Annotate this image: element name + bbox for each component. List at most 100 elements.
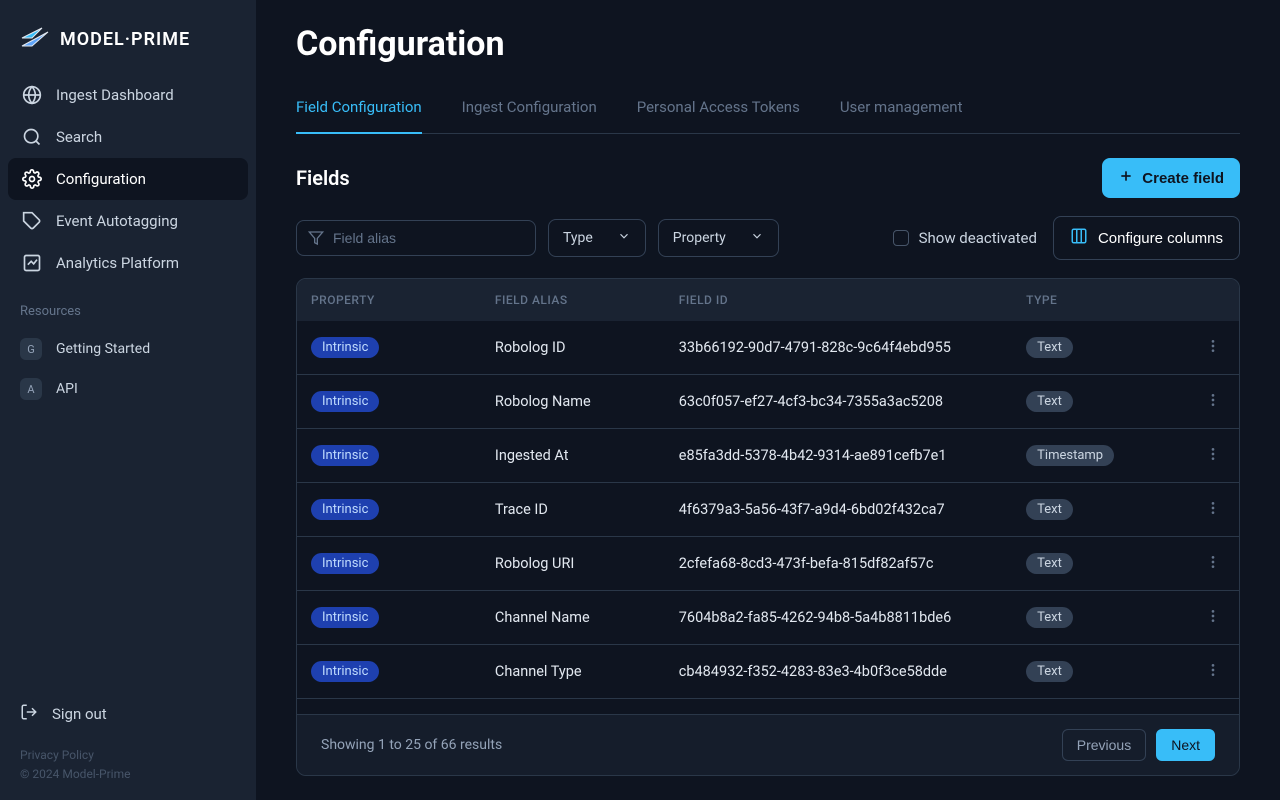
search-icon	[22, 127, 42, 147]
chevron-down-icon	[617, 229, 631, 247]
next-button[interactable]: Next	[1156, 729, 1215, 761]
brand-name: MODEL·PRIME	[60, 29, 190, 50]
columns-icon	[1070, 227, 1088, 249]
table-row[interactable]: Intrinsic Robolog ID33b66192-90d7-4791-82…	[297, 321, 1239, 375]
row-actions-button[interactable]	[1201, 445, 1225, 470]
fields-table: PROPERTY FIELD ALIAS FIELD ID TYPE Intri…	[296, 278, 1240, 776]
configure-columns-label: Configure columns	[1098, 230, 1223, 247]
globe-icon	[22, 85, 42, 105]
type-pill: Text	[1026, 553, 1073, 574]
row-actions-button[interactable]	[1201, 499, 1225, 524]
property-pill: Intrinsic	[311, 337, 379, 358]
sidebar: MODEL·PRIME Ingest Dashboard Search Config…	[0, 0, 256, 800]
table-row[interactable]: IntrinsicRobolog Name63c0f057-ef27-4cf3-…	[297, 375, 1239, 429]
field-alias-input[interactable]	[296, 220, 536, 256]
create-field-label: Create field	[1142, 170, 1224, 187]
main-nav: Ingest Dashboard Search Configuration Event…	[0, 74, 256, 284]
plus-icon	[1118, 168, 1134, 188]
chevron-down-icon	[750, 229, 764, 247]
property-pill: Intrinsic	[311, 553, 379, 574]
footer-links: Privacy Policy © 2024 Model-Prime	[0, 736, 256, 784]
filter-icon	[308, 230, 324, 246]
cell-id: 4f6379a3-5a56-43f7-a9d4-6bd02f432ca7	[665, 483, 1012, 537]
row-actions-button[interactable]	[1201, 337, 1225, 362]
table-row[interactable]: IntrinsicMessage Count5345ab77-5410-4132…	[297, 699, 1239, 715]
type-pill: Text	[1026, 337, 1073, 358]
gear-icon	[22, 169, 42, 189]
type-dropdown-label: Type	[563, 230, 593, 246]
cell-alias: Robolog ID	[481, 321, 665, 375]
property-pill: Intrinsic	[311, 499, 379, 520]
col-header-id[interactable]: FIELD ID	[665, 279, 1012, 321]
sign-out-label: Sign out	[52, 705, 107, 723]
cell-id: 2cfefa68-8cd3-473f-befa-815df82af57c	[665, 537, 1012, 591]
copyright-text: © 2024 Model-Prime	[20, 765, 236, 784]
type-dropdown[interactable]: Type	[548, 219, 646, 257]
filters-row: Type Property Show deactivated Configure…	[296, 216, 1240, 260]
row-actions-button[interactable]	[1201, 607, 1225, 632]
sign-out-icon	[20, 703, 38, 725]
type-pill: Text	[1026, 661, 1073, 682]
create-field-button[interactable]: Create field	[1102, 158, 1240, 198]
resource-item-api[interactable]: AAPI	[0, 369, 256, 409]
cell-id: 7604b8a2-fa85-4262-94b8-5a4b8811bde6	[665, 591, 1012, 645]
resources-label: Resources	[0, 284, 256, 329]
configure-columns-button[interactable]: Configure columns	[1053, 216, 1240, 260]
col-header-type[interactable]: TYPE	[1012, 279, 1186, 321]
brand-mark-icon	[20, 24, 50, 54]
nav-item-search[interactable]: Search	[8, 116, 248, 158]
privacy-link[interactable]: Privacy Policy	[20, 746, 236, 765]
type-pill: Text	[1026, 499, 1073, 520]
cell-id: 63c0f057-ef27-4cf3-bc34-7355a3ac5208	[665, 375, 1012, 429]
tab-personal-access-tokens[interactable]: Personal Access Tokens	[637, 88, 800, 134]
page-title: Configuration	[296, 24, 1240, 64]
table-row[interactable]: IntrinsicIngested Ate85fa3dd-5378-4b42-9…	[297, 429, 1239, 483]
property-dropdown[interactable]: Property	[658, 219, 779, 257]
table-row[interactable]: Intrinsic Channel Typecb484932-f352-4283-…	[297, 645, 1239, 699]
pagination: Previous Next	[1062, 729, 1215, 761]
table-row[interactable]: Intrinsic Robolog URI2cfefa68-8cd3-473f-b…	[297, 537, 1239, 591]
table-row[interactable]: IntrinsicChannel Name7604b8a2-fa85-4262-…	[297, 591, 1239, 645]
checkbox-icon	[893, 230, 909, 246]
nav-item-label: Search	[56, 128, 102, 146]
show-deactivated-toggle[interactable]: Show deactivated	[893, 229, 1037, 247]
tab-field-configuration[interactable]: Field Configuration	[296, 88, 422, 134]
nav-item-label: Event Autotagging	[56, 212, 178, 230]
resource-badge: A	[20, 378, 42, 400]
nav-item-configuration[interactable]: Configuration	[8, 158, 248, 200]
cell-alias: Robolog URI	[481, 537, 665, 591]
tag-icon	[22, 211, 42, 231]
property-pill: Intrinsic	[311, 445, 379, 466]
row-actions-button[interactable]	[1201, 553, 1225, 578]
resource-badge: G	[20, 338, 42, 360]
results-text: Showing 1 to 25 of 66 results	[321, 737, 502, 753]
cell-id: cb484932-f352-4283-83e3-4b0f3ce58dde	[665, 645, 1012, 699]
cell-id: 5345ab77-5410-4132-9d7f-d3e889dcce4a	[665, 699, 1012, 715]
row-actions-button[interactable]	[1201, 391, 1225, 416]
table-row[interactable]: IntrinsicTrace ID4f6379a3-5a56-43f7-a9d4…	[297, 483, 1239, 537]
nav-item-label: Configuration	[56, 170, 146, 188]
nav-item-analytics-platform[interactable]: Analytics Platform	[8, 242, 248, 284]
cell-alias: Message Count	[481, 699, 665, 715]
nav-item-label: Analytics Platform	[56, 254, 179, 272]
nav-item-event-autotagging[interactable]: Event Autotagging	[8, 200, 248, 242]
resource-label: Getting Started	[56, 341, 150, 357]
col-header-property[interactable]: PROPERTY	[297, 279, 481, 321]
resource-item-getting-started[interactable]: G Getting Started	[0, 329, 256, 369]
sign-out-button[interactable]: Sign out	[0, 692, 256, 736]
cell-alias: Channel Type	[481, 645, 665, 699]
section-title: Fields	[296, 166, 350, 190]
type-pill: Text	[1026, 391, 1073, 412]
property-pill: Intrinsic	[311, 607, 379, 628]
row-actions-button[interactable]	[1201, 661, 1225, 686]
nav-item-ingest-dashboard[interactable]: Ingest Dashboard	[8, 74, 248, 116]
tab-user-management[interactable]: User management	[840, 88, 963, 134]
col-header-alias[interactable]: FIELD ALIAS	[481, 279, 665, 321]
previous-button[interactable]: Previous	[1062, 729, 1146, 761]
cell-id: 33b66192-90d7-4791-828c-9c64f4ebd955	[665, 321, 1012, 375]
field-alias-filter	[296, 220, 536, 256]
resources-list: G Getting Started AAPI	[0, 329, 256, 409]
tab-ingest-configuration[interactable]: Ingest Configuration	[462, 88, 597, 134]
cell-alias: Robolog Name	[481, 375, 665, 429]
property-pill: Intrinsic	[311, 661, 379, 682]
